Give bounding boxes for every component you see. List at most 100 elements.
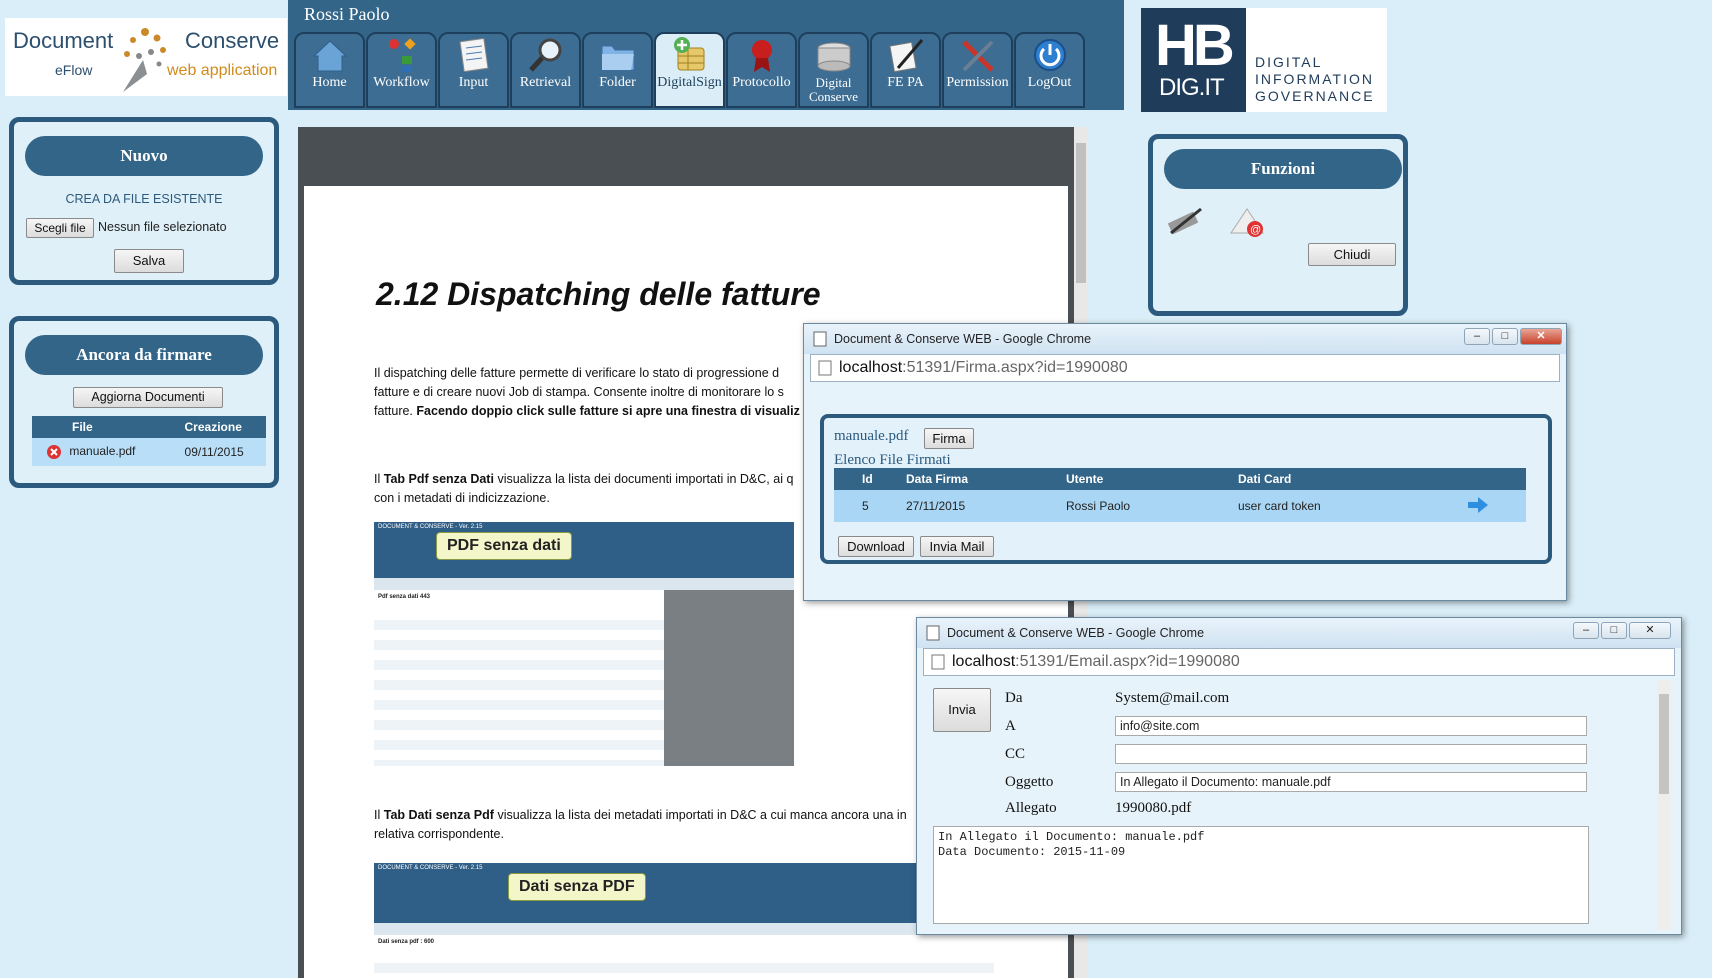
row-date: 09/11/2015: [184, 445, 244, 459]
minimize-button[interactable]: –: [1464, 328, 1490, 345]
nav-logout[interactable]: LogOut: [1014, 32, 1085, 108]
email-window: Document & Conserve WEB - Google Chrome …: [916, 617, 1682, 935]
nav-protocollo[interactable]: Protocollo: [726, 32, 797, 108]
nuovo-subtitle: CREA DA FILE ESISTENTE: [65, 192, 223, 206]
email-form: Invia Da System@mail.com A info@site.com…: [923, 680, 1663, 930]
minimize-button[interactable]: –: [1573, 622, 1599, 639]
doc-screenshot-dati-senza-pdf: DOCUMENT & CONSERVE - Ver. 2.15 Dati sen…: [374, 863, 994, 978]
protocollo-icon: [751, 40, 772, 72]
table-row[interactable]: manuale.pdf 09/11/2015: [32, 438, 266, 466]
nav-home[interactable]: Home: [294, 32, 365, 108]
funzioni-title: Funzioni: [1164, 149, 1402, 189]
funzioni-panel: Funzioni @ Chiudi: [1148, 134, 1408, 316]
choose-file-button[interactable]: Scegli file: [26, 218, 94, 238]
doc-paragraph-3: Il Tab Dati senza Pdf visualizza la list…: [374, 808, 907, 841]
email-icon[interactable]: @: [1225, 203, 1267, 239]
oggetto-label: Oggetto: [1005, 774, 1054, 790]
input-icon: [458, 37, 489, 73]
email-scroll-thumb[interactable]: [1659, 694, 1669, 794]
invia-mail-button[interactable]: Invia Mail: [920, 536, 994, 557]
logo-mark-icon: [123, 28, 166, 92]
col-creazione: Creazione: [184, 420, 242, 434]
allegato-value: 1990080.pdf: [1115, 800, 1192, 816]
allegato-label: Allegato: [1005, 800, 1057, 816]
oggetto-field[interactable]: In Allegato il Documento: manuale.pdf: [1115, 772, 1587, 792]
nuovo-title: Nuovo: [25, 136, 263, 176]
ancora-title: Ancora da firmare: [25, 335, 263, 375]
da-label: Da: [1005, 690, 1023, 706]
sign-pen-icon[interactable]: [1163, 203, 1205, 237]
firma-window-titlebar[interactable]: Document & Conserve WEB - Google Chrome …: [804, 324, 1566, 354]
brand-logo: HB DIG.IT DIGITAL INFORMATION GOVERNANCE: [1141, 8, 1387, 112]
firma-panel: manuale.pdf Firma Elenco File Firmati Id…: [820, 414, 1552, 564]
fepa-icon: [888, 39, 923, 73]
digitalsign-icon: [673, 37, 704, 71]
nav-digitalsign[interactable]: DigitalSign: [654, 32, 725, 108]
no-file-label: Nessun file selezionato: [98, 220, 227, 234]
email-url-bar[interactable]: localhost:51391/Email.aspx?id=1990080: [923, 648, 1675, 676]
firma-window: Document & Conserve WEB - Google Chrome …: [803, 323, 1567, 601]
nuovo-panel: Nuovo CREA DA FILE ESISTENTE Scegli file…: [9, 117, 279, 285]
elenco-file-firmati-title: Elenco File Firmati: [834, 452, 951, 468]
firma-button[interactable]: Firma: [924, 428, 974, 449]
a-label: A: [1005, 718, 1016, 734]
maximize-button[interactable]: □: [1492, 328, 1518, 345]
firma-url-bar[interactable]: localhost:51391/Firma.aspx?id=1990080: [810, 354, 1560, 382]
username: Rossi Paolo: [304, 4, 390, 24]
page-icon: [813, 331, 827, 347]
svg-text:@: @: [1250, 224, 1261, 236]
maximize-button[interactable]: □: [1601, 622, 1627, 639]
arrow-right-icon[interactable]: [1466, 495, 1490, 515]
nav-retrieval[interactable]: Retrieval: [510, 32, 581, 108]
save-button[interactable]: Salva: [114, 249, 184, 273]
cc-label: CC: [1005, 746, 1026, 762]
ancora-panel: Ancora da firmare Aggiorna Documenti Fil…: [9, 316, 279, 488]
nav-input[interactable]: Input: [438, 32, 509, 108]
email-scrollbar[interactable]: [1657, 680, 1671, 930]
home-icon: [312, 40, 347, 72]
signed-files-table: Id Data Firma Utente Dati Card 5 27/11/2…: [834, 468, 1526, 522]
logo-word-webapp: web application: [167, 62, 278, 79]
da-value: System@mail.com: [1115, 690, 1230, 706]
email-window-titlebar[interactable]: Document & Conserve WEB - Google Chrome …: [917, 618, 1681, 648]
folder-icon: [601, 45, 634, 71]
close-button[interactable]: Chiudi: [1308, 243, 1396, 266]
nav-workflow[interactable]: Workflow: [366, 32, 437, 108]
firma-file-name: manuale.pdf: [834, 428, 909, 444]
brand-tagline: DIGITAL INFORMATION GOVERNANCE: [1255, 54, 1375, 104]
table-row[interactable]: 5 27/11/2015 Rossi Paolo user card token: [834, 490, 1526, 522]
nav-folder[interactable]: Folder: [582, 32, 653, 108]
window-close-button[interactable]: ✕: [1629, 622, 1671, 639]
top-navigation: Rossi Paolo Home Workflow Input Retrieva…: [288, 0, 1124, 110]
col-file: File: [72, 420, 93, 434]
logo-word-eflow: eFlow: [55, 62, 93, 78]
doc-screenshot-pdf-senza-dati: DOCUMENT & CONSERVE - Ver. 2.15 Pdf senz…: [374, 522, 794, 766]
logo-word-conserve: Conserve: [185, 28, 280, 53]
window-close-button[interactable]: ✕: [1520, 328, 1562, 345]
row-file: manuale.pdf: [69, 444, 136, 459]
page-icon: [931, 654, 945, 670]
nav-permission[interactable]: Permission: [942, 32, 1013, 108]
delete-icon[interactable]: [46, 444, 62, 460]
cc-field[interactable]: [1115, 744, 1587, 764]
nav-digital-conserve[interactable]: Digital Conserve: [798, 32, 869, 108]
refresh-documents-button[interactable]: Aggiorna Documenti: [73, 387, 223, 408]
conserve-icon: [817, 42, 850, 72]
email-body-textarea[interactable]: In Allegato il Documento: manuale.pdf Da…: [933, 826, 1589, 924]
logo-word-document: Document: [13, 28, 114, 53]
retrieval-icon: [528, 38, 561, 72]
logout-icon: [1033, 39, 1066, 71]
nav-fe-pa[interactable]: FE PA: [870, 32, 941, 108]
brand-mark: HB DIG.IT: [1141, 8, 1246, 112]
a-field[interactable]: info@site.com: [1115, 716, 1587, 736]
app-logo: Document eFlow Conserve web application: [5, 18, 287, 96]
page-icon: [818, 360, 832, 376]
download-button[interactable]: Download: [838, 536, 914, 557]
doc-heading: 2.12 Dispatching delle fatture: [376, 276, 821, 312]
callout-pdf-senza-dati: PDF senza dati: [436, 532, 572, 560]
invia-button[interactable]: Invia: [933, 688, 991, 732]
viewer-scroll-thumb[interactable]: [1076, 143, 1086, 283]
page-icon: [926, 625, 940, 641]
permission-icon: [961, 40, 994, 72]
pending-files-table: File Creazione manuale.pdf 09/11/2015: [32, 416, 266, 466]
